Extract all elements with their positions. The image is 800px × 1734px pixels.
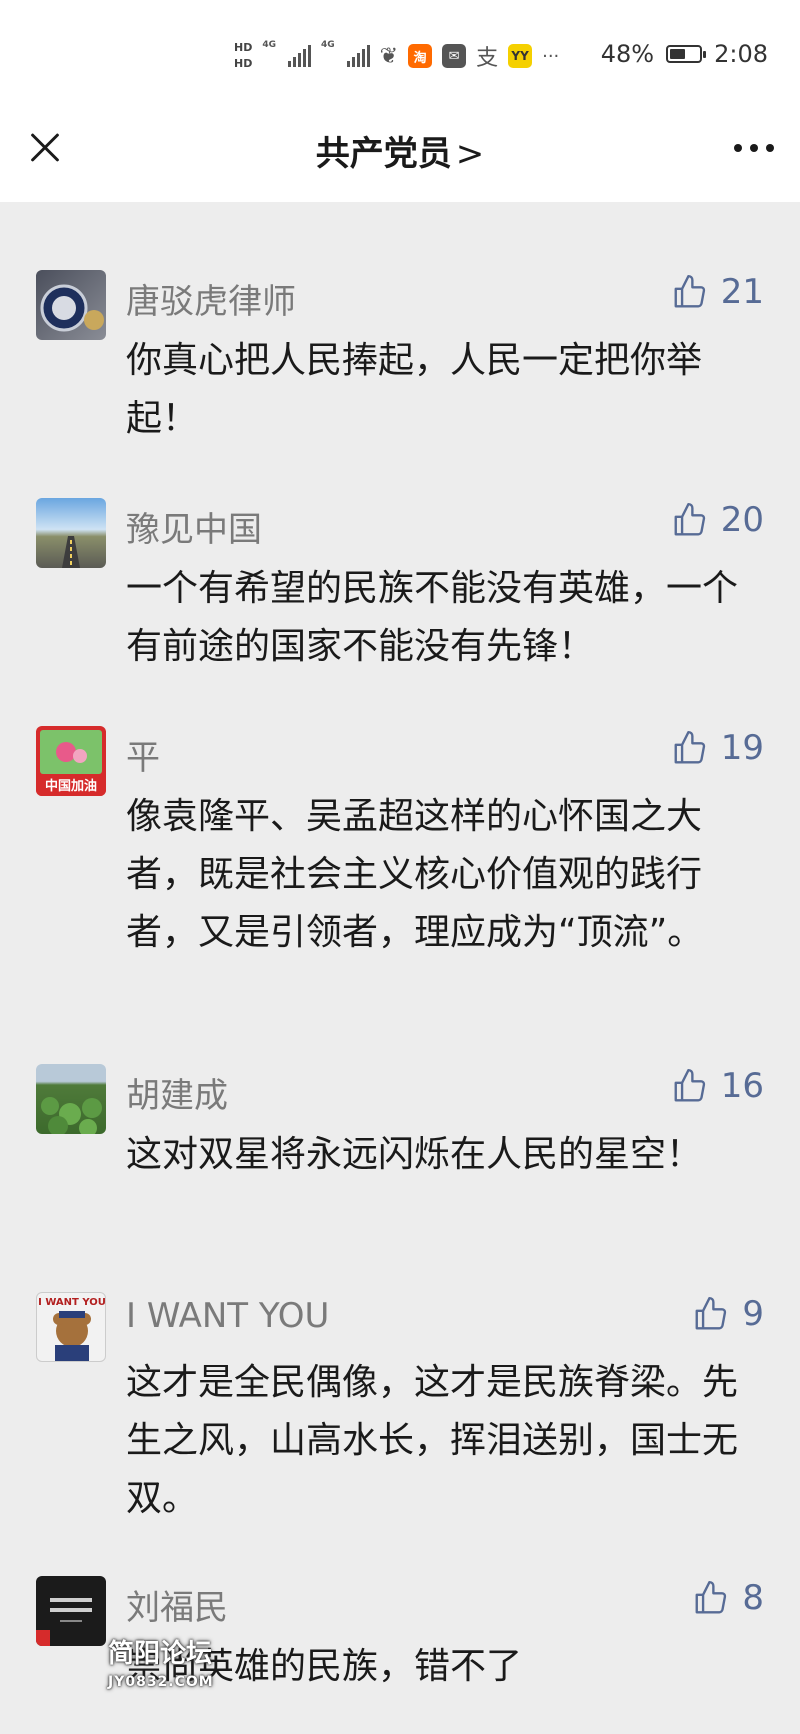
like-button[interactable]: 19 [671, 728, 764, 768]
message-app-icon: ✉ [442, 44, 467, 68]
comment-text: 你真心把人民捧起，人民一定把你举起！ [126, 340, 703, 439]
thumbs-up-icon [674, 274, 705, 308]
like-button[interactable]: 20 [671, 500, 764, 540]
like-button[interactable]: 9 [692, 1294, 764, 1334]
like-count: 20 [720, 500, 764, 540]
hd-indicator: HD HD [234, 40, 252, 72]
page-title[interactable]: 共产党员 > [0, 126, 800, 175]
like-count: 21 [720, 272, 764, 312]
battery-icon [666, 45, 707, 63]
yy-app-icon: YY [508, 44, 533, 68]
commenter-name[interactable]: 刘福民 [126, 1580, 228, 1629]
alipay-icon: 支 [476, 46, 499, 71]
avatar[interactable] [36, 1064, 106, 1134]
avatar-label: I WANT YOU [38, 1297, 106, 1308]
avatar[interactable]: 中国加油 [36, 726, 106, 796]
status-left: HD HD 4G 4G ❦ 淘 ✉ 支 YY ··· [234, 36, 559, 76]
comment-text: 像袁隆平、吴孟超这样的心怀国之大者，既是社会主义核心价值观的践行者，又是引领者，… [126, 796, 704, 953]
comment-text: 这才是全民偶像，这才是民族脊梁。先生之风，山高水长，挥泪送别，国士无双。 [126, 1362, 739, 1519]
commenter-name[interactable]: 平 [126, 730, 160, 779]
commenter-name[interactable]: 唐驳虎律师 [126, 274, 296, 323]
comment-text: 一个有希望的民族不能没有英雄，一个有前途的国家不能没有先锋！ [126, 568, 739, 667]
commenter-name[interactable]: 豫见中国 [126, 502, 262, 551]
hd-label-1: HD [234, 41, 253, 54]
thumbs-up-icon [674, 730, 705, 764]
like-count: 19 [720, 728, 764, 768]
like-count: 9 [742, 1294, 764, 1334]
like-count: 16 [720, 1066, 764, 1106]
thumbs-up-icon [695, 1580, 727, 1614]
butterfly-icon: ❦ [379, 43, 399, 69]
avatar[interactable] [36, 498, 106, 568]
avatar[interactable]: I WANT YOU [36, 1292, 106, 1362]
signal-icon [288, 45, 311, 67]
chevron-right-icon: > [455, 134, 485, 174]
more-options-button[interactable] [734, 144, 774, 152]
thumbs-up-icon [695, 1296, 727, 1330]
page-title-text: 共产党员 [315, 134, 452, 174]
hd-label-2: HD [234, 57, 253, 70]
site-watermark: 简阳论坛 JY0832.COM [108, 1640, 214, 1696]
commenter-name[interactable]: 胡建成 [126, 1068, 228, 1117]
watermark-title: 简阳论坛 [108, 1639, 213, 1669]
taobao-app-icon: 淘 [408, 44, 433, 68]
battery-percentage: 48% [600, 40, 655, 68]
like-button[interactable]: 16 [671, 1066, 764, 1106]
avatar[interactable] [36, 270, 106, 340]
like-button[interactable]: 21 [671, 272, 764, 312]
comment-text: 崇尚英雄的民族，错不了 [126, 1646, 523, 1687]
network-type-2: 4G [321, 40, 335, 50]
status-bar: HD HD 4G 4G ❦ 淘 ✉ 支 YY ··· 48% 2:08 [0, 0, 800, 100]
signal-icon-2 [346, 45, 370, 67]
like-count: 8 [742, 1578, 764, 1618]
thumbs-up-icon [674, 502, 705, 536]
more-notifications-icon: ··· [542, 45, 560, 67]
thumbs-up-icon [674, 1068, 705, 1102]
avatar[interactable] [36, 1576, 106, 1646]
commenter-name[interactable]: I WANT YOU [126, 1296, 329, 1336]
status-right: 48% 2:08 [601, 40, 768, 68]
watermark-url: JY0832.COM [108, 1674, 214, 1690]
clock: 2:08 [714, 40, 768, 68]
network-type-1: 4G [262, 40, 276, 50]
comment-text: 这对双星将永远闪烁在人民的星空！ [126, 1134, 703, 1175]
like-button[interactable]: 8 [692, 1578, 764, 1618]
nav-bar: 共产党员 > [0, 100, 800, 202]
avatar-label: 中国加油 [45, 778, 97, 794]
